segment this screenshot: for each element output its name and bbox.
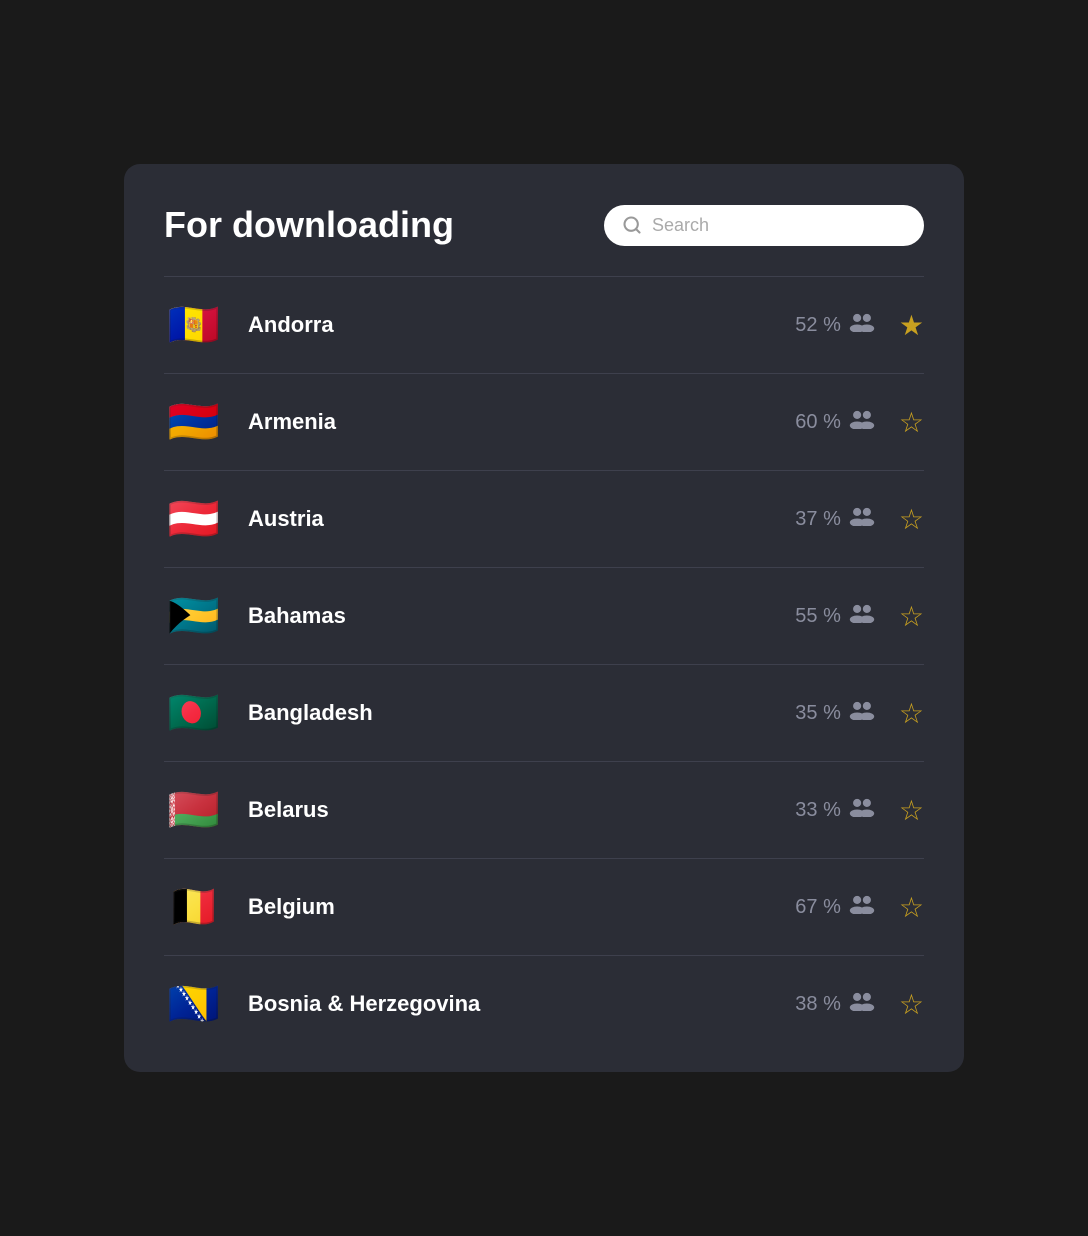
stat-group: 67 %	[795, 894, 875, 920]
people-icon	[849, 312, 875, 338]
main-card: For downloading 🇦🇩 Andorra52 % ★ 🇦🇲 Armenia…	[124, 164, 964, 1072]
flag-bosnia---herzegovina: 🇧🇦	[164, 974, 224, 1034]
page-title: For downloading	[164, 204, 454, 246]
list-item: 🇦🇩 Andorra52 % ★	[164, 277, 924, 373]
star-button[interactable]: ☆	[899, 503, 924, 536]
flag-bangladesh: 🇧🇩	[164, 683, 224, 743]
stat-group: 55 %	[795, 603, 875, 629]
people-icon	[849, 409, 875, 435]
star-button[interactable]: ☆	[899, 600, 924, 633]
country-name: Armenia	[248, 409, 795, 435]
search-input[interactable]	[652, 215, 906, 236]
country-name: Austria	[248, 506, 795, 532]
stat-group: 33 %	[795, 797, 875, 823]
star-button[interactable]: ☆	[899, 406, 924, 439]
percent-label: 55 %	[795, 605, 841, 628]
header: For downloading	[164, 204, 924, 246]
list-item: 🇧🇾 Belarus33 % ☆	[164, 762, 924, 858]
star-button[interactable]: ☆	[899, 697, 924, 730]
country-name: Bosnia & Herzegovina	[248, 991, 795, 1017]
country-name: Belgium	[248, 894, 795, 920]
percent-label: 60 %	[795, 411, 841, 434]
list-item: 🇧🇦 Bosnia & Herzegovina38 % ☆	[164, 956, 924, 1052]
flag-armenia: 🇦🇲	[164, 392, 224, 452]
percent-label: 38 %	[795, 993, 841, 1016]
search-box[interactable]	[604, 205, 924, 246]
country-name: Bangladesh	[248, 700, 795, 726]
country-name: Andorra	[248, 312, 795, 338]
stat-group: 38 %	[795, 991, 875, 1017]
percent-label: 33 %	[795, 799, 841, 822]
country-list: 🇦🇩Andorra52 % ★🇦🇲Armenia60 % ☆🇦🇹Austria3…	[164, 277, 924, 1052]
people-icon	[849, 991, 875, 1017]
star-button[interactable]: ☆	[899, 891, 924, 924]
list-item: 🇦🇹 Austria37 % ☆	[164, 471, 924, 567]
percent-label: 35 %	[795, 702, 841, 725]
stat-group: 52 %	[795, 312, 875, 338]
people-icon	[849, 506, 875, 532]
stat-group: 35 %	[795, 700, 875, 726]
list-item: 🇦🇲 Armenia60 % ☆	[164, 374, 924, 470]
people-icon	[849, 894, 875, 920]
flag-andorra: 🇦🇩	[164, 295, 224, 355]
percent-label: 67 %	[795, 896, 841, 919]
list-item: 🇧🇪 Belgium67 % ☆	[164, 859, 924, 955]
star-button[interactable]: ☆	[899, 794, 924, 827]
list-item: 🇧🇸 Bahamas55 % ☆	[164, 568, 924, 664]
people-icon	[849, 797, 875, 823]
search-icon	[622, 215, 642, 235]
people-icon	[849, 603, 875, 629]
percent-label: 52 %	[795, 314, 841, 337]
flag-bahamas: 🇧🇸	[164, 586, 224, 646]
flag-belgium: 🇧🇪	[164, 877, 224, 937]
flag-belarus: 🇧🇾	[164, 780, 224, 840]
stat-group: 60 %	[795, 409, 875, 435]
flag-austria: 🇦🇹	[164, 489, 224, 549]
country-name: Bahamas	[248, 603, 795, 629]
people-icon	[849, 700, 875, 726]
star-button[interactable]: ★	[899, 309, 924, 342]
star-button[interactable]: ☆	[899, 988, 924, 1021]
stat-group: 37 %	[795, 506, 875, 532]
list-item: 🇧🇩 Bangladesh35 % ☆	[164, 665, 924, 761]
country-name: Belarus	[248, 797, 795, 823]
percent-label: 37 %	[795, 508, 841, 531]
